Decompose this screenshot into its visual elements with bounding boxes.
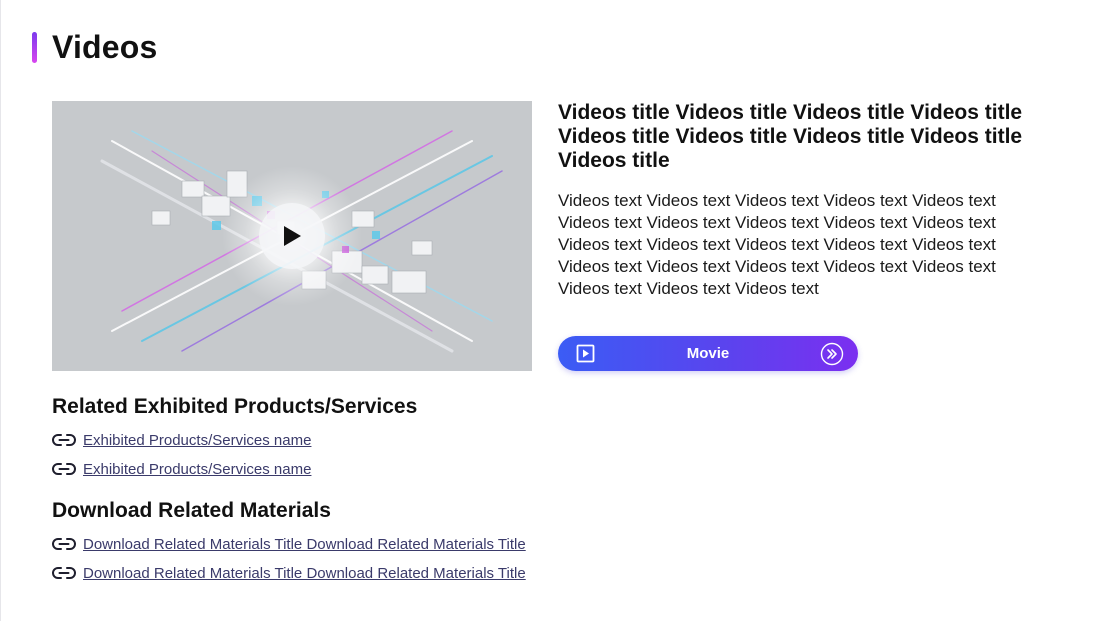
related-product-link[interactable]: Exhibited Products/Services name	[52, 429, 311, 451]
link-icon	[52, 538, 76, 550]
video-description: Videos text Videos text Videos text Vide…	[558, 191, 996, 298]
download-material-link-text[interactable]: Download Related Materials Title Downloa…	[83, 536, 526, 553]
play-icon	[284, 226, 301, 246]
download-materials-heading: Download Related Materials	[52, 499, 331, 522]
video-thumbnail[interactable]	[52, 101, 532, 371]
related-product-link[interactable]: Exhibited Products/Services name	[52, 458, 311, 480]
link-icon	[52, 434, 76, 446]
movie-button[interactable]: Movie	[558, 336, 858, 371]
related-products-heading: Related Exhibited Products/Services	[52, 395, 418, 418]
video-title: Videos title Videos title Videos title V…	[558, 101, 1023, 172]
play-square-icon	[576, 344, 595, 363]
accent-bar	[32, 31, 37, 63]
link-icon	[52, 463, 76, 475]
download-material-link[interactable]: Download Related Materials Title Downloa…	[52, 562, 526, 584]
related-product-link-text[interactable]: Exhibited Products/Services name	[83, 432, 311, 449]
play-button[interactable]	[259, 203, 325, 269]
download-material-link[interactable]: Download Related Materials Title Downloa…	[52, 533, 526, 555]
section-heading: Videos	[32, 28, 158, 65]
double-chevron-right-icon	[820, 342, 844, 366]
videos-page: Videos Videos title Videos title Videos …	[0, 0, 1100, 621]
related-product-link-text[interactable]: Exhibited Products/Services name	[83, 461, 311, 478]
link-icon	[52, 567, 76, 579]
movie-button-label: Movie	[686, 345, 730, 362]
download-material-link-text[interactable]: Download Related Materials Title Downloa…	[83, 565, 526, 582]
section-title: Videos	[52, 28, 158, 65]
